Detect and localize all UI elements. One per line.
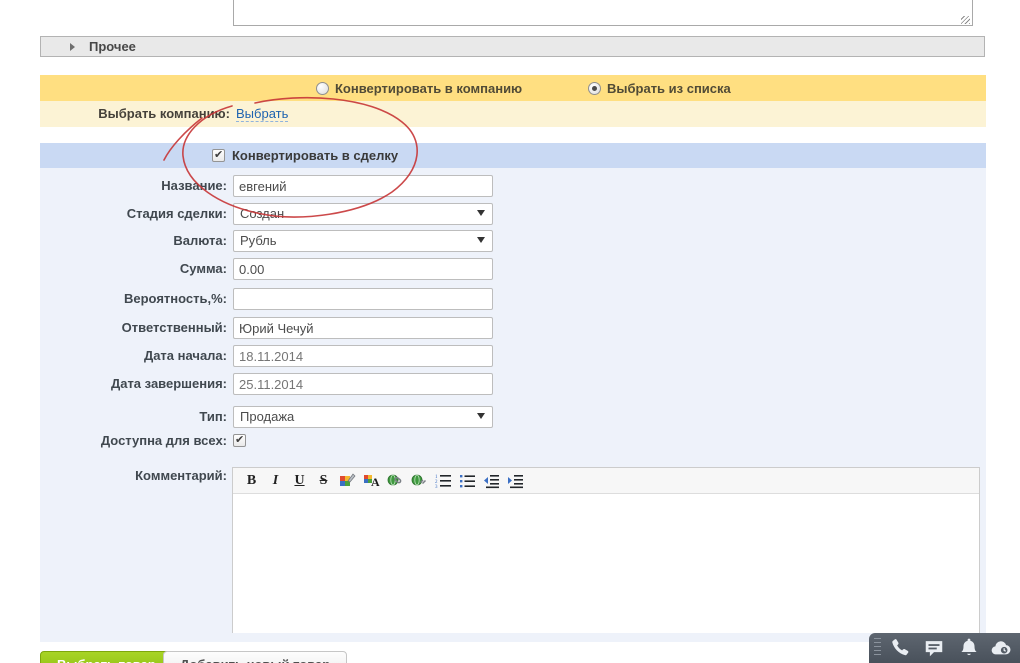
remove-link-icon[interactable] xyxy=(410,471,429,490)
field-row-available-for-all: Доступна для всех: xyxy=(40,430,986,452)
radio-icon[interactable] xyxy=(316,81,329,95)
radio-choose-from-list-label: Выбрать из списка xyxy=(607,80,731,96)
ordered-list-icon[interactable]: 1 2 3 xyxy=(434,471,453,490)
dock-drag-handle[interactable] xyxy=(874,638,881,658)
chevron-right-icon xyxy=(70,42,75,51)
field-label: Стадия сделки: xyxy=(126,206,227,221)
svg-text:A: A xyxy=(371,475,380,489)
section-prochee[interactable]: Прочее xyxy=(40,36,985,57)
field-row-stage: Стадия сделки: Создан xyxy=(40,203,986,225)
deal-stage-value: Создан xyxy=(240,206,285,221)
unordered-list-icon[interactable] xyxy=(458,471,477,490)
field-row-currency: Валюта: Рубль xyxy=(40,230,986,252)
field-row-end-date: Дата завершения: xyxy=(40,373,986,395)
deal-type-select[interactable]: Продажа xyxy=(233,406,493,428)
cloud-history-icon[interactable] xyxy=(989,637,1013,659)
field-row-probability: Вероятность,%: xyxy=(40,288,986,310)
deal-start-date-input[interactable] xyxy=(233,345,493,367)
choose-company-label: Выбрать компанию: xyxy=(98,106,230,121)
comment-editor-content[interactable] xyxy=(233,494,979,633)
deal-currency-select[interactable]: Рубль xyxy=(233,230,493,252)
field-label: Дата начала: xyxy=(143,348,227,363)
field-label: Комментарий: xyxy=(135,468,227,483)
indent-icon[interactable] xyxy=(506,471,525,490)
chevron-down-icon xyxy=(477,413,485,419)
field-label: Название: xyxy=(161,178,227,193)
highlight-color-icon[interactable] xyxy=(338,471,357,490)
deal-sum-input[interactable] xyxy=(233,258,493,280)
field-row-name: Название: xyxy=(40,175,986,197)
deal-responsible-input[interactable] xyxy=(233,317,493,339)
svg-text:3: 3 xyxy=(435,485,438,489)
radio-choose-from-list[interactable]: Выбрать из списка xyxy=(588,75,731,101)
phone-icon[interactable] xyxy=(889,637,913,659)
convert-deal-bar: Конвертировать в сделку xyxy=(40,143,986,168)
section-prochee-label: Прочее xyxy=(89,39,136,54)
add-new-product-button[interactable]: Добавить новый товар xyxy=(163,651,348,663)
bold-glyph: B xyxy=(246,472,257,488)
choose-company-link[interactable]: Выбрать xyxy=(236,106,289,122)
italic-glyph: I xyxy=(272,472,279,488)
outdent-icon[interactable] xyxy=(482,471,501,490)
field-row-sum: Сумма: xyxy=(40,258,986,280)
textarea-resize-handle[interactable] xyxy=(961,16,970,24)
deal-end-date-input[interactable] xyxy=(233,373,493,395)
deal-name-input[interactable] xyxy=(233,175,493,197)
editor-toolbar: B I U S A 1 2 3 xyxy=(233,468,979,494)
bold-icon[interactable]: B xyxy=(242,471,261,490)
convert-deal-checkbox[interactable] xyxy=(212,148,225,162)
font-color-icon[interactable]: A xyxy=(362,471,381,490)
field-label: Доступна для всех: xyxy=(100,433,227,448)
underline-glyph: U xyxy=(294,472,305,488)
radio-convert-to-company-label: Конвертировать в компанию xyxy=(335,80,523,96)
radio-selected-icon[interactable] xyxy=(588,81,601,95)
radio-convert-to-company[interactable]: Конвертировать в компанию xyxy=(316,75,522,101)
field-row-responsible: Ответственный: xyxy=(40,317,986,339)
chat-icon[interactable] xyxy=(922,637,946,659)
strikethrough-glyph: S xyxy=(319,472,328,488)
notifications-bell-icon[interactable] xyxy=(957,637,981,659)
chevron-down-icon xyxy=(477,237,485,243)
company-convert-bar: Конвертировать в компанию Выбрать из спи… xyxy=(40,75,986,101)
deal-type-value: Продажа xyxy=(240,409,295,424)
underline-icon[interactable]: U xyxy=(290,471,309,490)
deal-stage-select[interactable]: Создан xyxy=(233,203,493,225)
field-row-start-date: Дата начала: xyxy=(40,345,986,367)
italic-icon[interactable]: I xyxy=(266,471,285,490)
field-label: Дата завершения: xyxy=(110,376,227,391)
deal-currency-value: Рубль xyxy=(240,233,277,248)
field-label: Сумма: xyxy=(179,261,227,276)
choose-product-button[interactable]: Выбрать товар xyxy=(40,651,173,663)
choose-company-row: Выбрать компанию: Выбрать xyxy=(40,101,986,127)
comment-editor: B I U S A 1 2 3 xyxy=(232,467,980,633)
available-for-all-checkbox[interactable] xyxy=(233,433,246,447)
field-row-type: Тип: Продажа xyxy=(40,406,986,428)
crm-lead-convert-page: Прочее Конвертировать в компанию Выбрать… xyxy=(0,0,1020,663)
bottom-dock-panel xyxy=(869,633,1020,663)
insert-link-icon[interactable] xyxy=(386,471,405,490)
convert-deal-label: Конвертировать в сделку xyxy=(232,148,399,163)
strikethrough-icon[interactable]: S xyxy=(314,471,333,490)
field-label: Валюта: xyxy=(173,233,227,248)
field-label: Вероятность,%: xyxy=(124,291,227,306)
deal-probability-input[interactable] xyxy=(233,288,493,310)
chevron-down-icon xyxy=(477,210,485,216)
deal-form: Название: Стадия сделки: Создан Валюта: … xyxy=(40,168,986,642)
comments-textarea[interactable] xyxy=(233,0,973,26)
field-label: Ответственный: xyxy=(121,320,227,335)
field-label: Тип: xyxy=(199,409,227,424)
